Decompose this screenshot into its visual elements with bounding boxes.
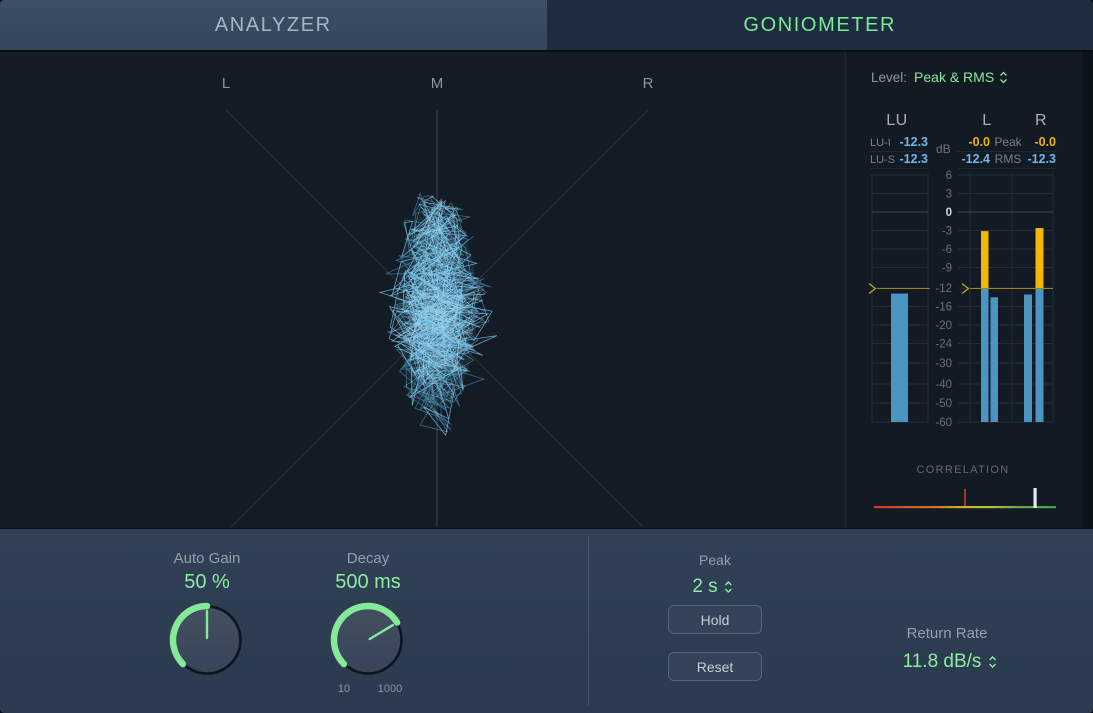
correlation-indicator	[1034, 488, 1037, 508]
level-label: Level:	[871, 70, 907, 85]
stepper-icon	[999, 71, 1008, 84]
decay-min-label: 10	[338, 683, 350, 695]
lu-short-row: LU-S -12.3	[870, 152, 928, 166]
l-header: L	[982, 112, 991, 130]
svg-text:-60: -60	[935, 417, 952, 429]
svg-text:-20: -20	[935, 320, 952, 332]
goniometer-trace	[380, 194, 497, 436]
correlation-meter	[874, 488, 1056, 508]
svg-text:-3: -3	[942, 226, 952, 238]
lu-s-label: LU-S	[870, 154, 895, 166]
peak-readout-row: -0.0 Peak -0.0	[957, 135, 1056, 149]
peak-label: Peak	[990, 135, 1026, 149]
svg-text:-30: -30	[935, 358, 952, 370]
rms-readout-row: -12.4 RMS -12.3	[957, 152, 1056, 166]
svg-text:-50: -50	[935, 398, 952, 410]
svg-text:-12: -12	[935, 283, 952, 295]
lu-i-value: -12.3	[900, 135, 929, 149]
hold-button[interactable]: Hold	[668, 605, 762, 634]
graphics-layer: 6 3 0 -3 -6 -9 -12 -16 -20 -24 -30 -40 -50 -60	[0, 0, 1093, 713]
return-rate-dropdown[interactable]: 11.8 dB/s	[903, 651, 998, 673]
db-unit-label: dB	[936, 142, 951, 156]
stepper-icon	[724, 580, 734, 594]
level-meter-graphics: 6 3 0 -3 -6 -9 -12 -16 -20 -24 -30 -40 -50 -60	[869, 170, 1053, 429]
rms-right-value: -12.3	[1026, 152, 1056, 166]
svg-text:-40: -40	[935, 379, 952, 391]
lu-i-label: LU-I	[870, 137, 891, 149]
correlation-label: CORRELATION	[917, 464, 1010, 476]
row-separator	[957, 151, 1056, 152]
return-rate-label: Return Rate	[907, 625, 988, 642]
lu-integrated-row: LU-I -12.3	[870, 135, 928, 149]
multimeter-plugin-window: ANALYZER GONIOMETER	[0, 0, 1093, 713]
svg-text:-16: -16	[935, 302, 952, 314]
r-header: R	[1035, 112, 1047, 130]
return-rate-value: 11.8 dB/s	[903, 651, 982, 673]
svg-text:-9: -9	[942, 263, 952, 275]
peak-right-value: -0.0	[1026, 135, 1056, 149]
svg-text:6: 6	[946, 170, 952, 182]
peak-hold-label: Peak	[699, 552, 731, 568]
level-mode-dropdown[interactable]: Peak & RMS	[914, 69, 1008, 85]
lu-header: LU	[886, 112, 907, 130]
peak-time-dropdown[interactable]: 2 s	[692, 576, 733, 598]
row-separator	[870, 168, 928, 169]
control-bar-divider	[588, 536, 589, 706]
gonio-right-label: R	[643, 75, 654, 92]
gonio-mid-label: M	[431, 75, 444, 92]
lu-s-value: -12.3	[900, 152, 929, 166]
stepper-icon	[987, 655, 997, 669]
svg-text:0: 0	[946, 207, 952, 219]
rms-label: RMS	[990, 152, 1026, 166]
level-mode-row: Level: Peak & RMS	[871, 69, 1008, 85]
svg-text:-24: -24	[935, 339, 952, 351]
decay-value[interactable]: 500 ms	[335, 571, 401, 594]
row-separator	[870, 151, 928, 152]
auto-gain-label: Auto Gain	[174, 550, 241, 567]
decay-knob[interactable]	[334, 606, 402, 674]
svg-text:-6: -6	[942, 244, 952, 256]
peak-left-value: -0.0	[957, 135, 990, 149]
row-separator	[957, 168, 1056, 169]
decay-max-label: 1000	[378, 683, 402, 695]
level-mode-value: Peak & RMS	[914, 69, 994, 85]
auto-gain-knob[interactable]	[173, 606, 240, 674]
rms-left-value: -12.4	[957, 152, 990, 166]
auto-gain-value[interactable]: 50 %	[184, 571, 230, 594]
svg-text:3: 3	[946, 189, 952, 201]
peak-time-value: 2 s	[692, 576, 717, 598]
gonio-left-label: L	[222, 75, 230, 92]
reset-button[interactable]: Reset	[668, 652, 762, 681]
decay-label: Decay	[347, 550, 390, 567]
